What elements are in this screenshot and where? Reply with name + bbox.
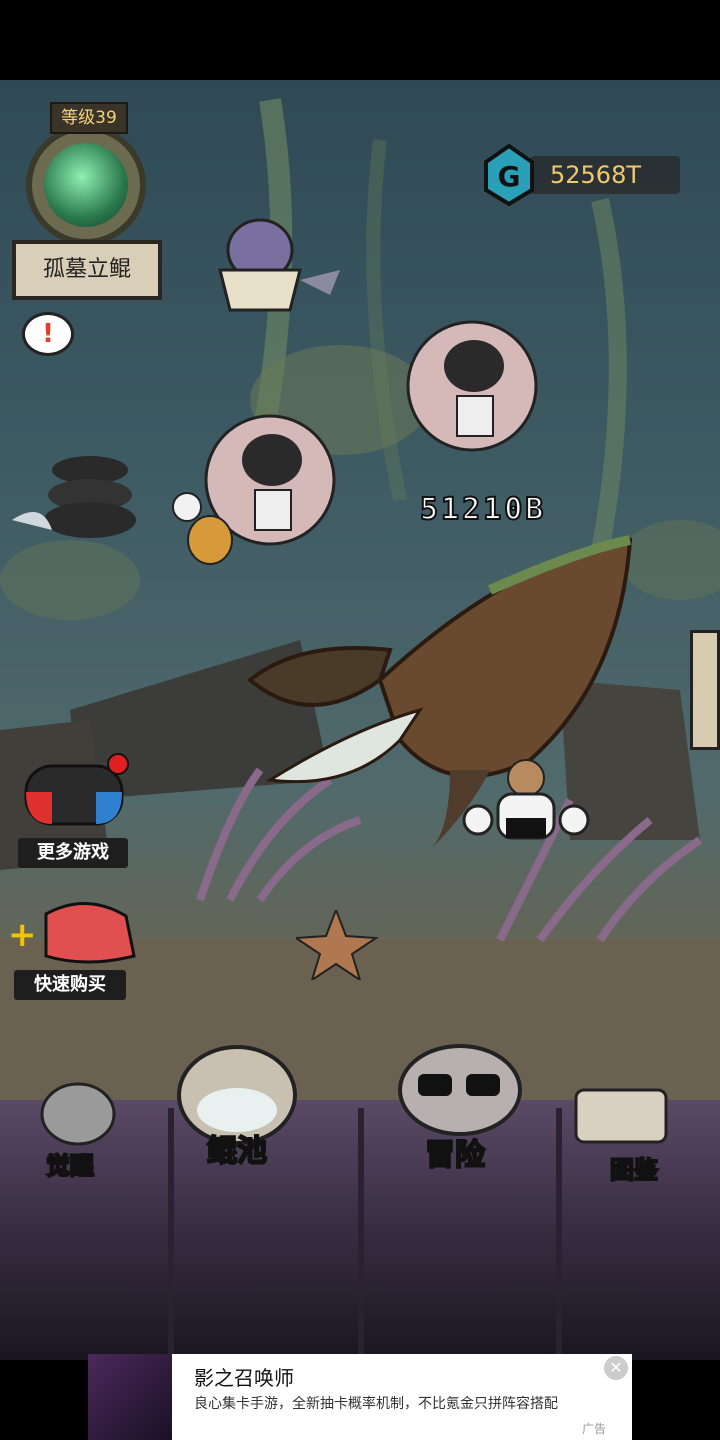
ad-banner[interactable]: 影之召唤师 良心集卡手游，全新抽卡概率机制，不比氪金只拼阵容搭配 ✕ 广告 (88, 1354, 632, 1440)
fish-name-plate[interactable]: 孤墓立鲲 (12, 240, 162, 300)
starfish-decoration (296, 910, 380, 980)
more-games-button[interactable]: 更多游戏 (18, 838, 128, 868)
skeleton-creature[interactable] (165, 485, 245, 585)
level-orb-icon[interactable] (44, 143, 128, 227)
scroll-icon[interactable] (566, 1076, 676, 1156)
close-icon[interactable]: ✕ (604, 1356, 628, 1380)
quick-buy-button[interactable]: 快速购买 (14, 970, 126, 1000)
skull-sunglasses-icon[interactable] (370, 1040, 530, 1140)
level-label: 等级39 (50, 102, 128, 134)
ad-title[interactable]: 影之召唤师 (194, 1362, 294, 1391)
status-bar (0, 0, 720, 80)
currency-value: 52568T (550, 161, 642, 189)
nav-divider (358, 1108, 364, 1360)
svg-text:G: G (498, 160, 521, 193)
awaken-icon[interactable] (28, 1074, 128, 1154)
ad-description[interactable]: 良心集卡手游，全新抽卡概率机制，不比氪金只拼阵容搭配 (194, 1394, 614, 1414)
penguin-egg-creature[interactable] (180, 200, 350, 320)
currency-gem-icon: G (484, 143, 534, 207)
quick-buy-icon[interactable]: + (6, 896, 146, 976)
nav-divider (556, 1108, 562, 1360)
gamepad-icon[interactable] (22, 752, 132, 838)
pot-stack-creature[interactable] (12, 450, 142, 560)
damage-number: 51210B (419, 491, 547, 528)
exclamation-bubble-icon[interactable]: ! (22, 312, 74, 356)
game-scene: 等级39 孤墓立鲲 ! G 52568T 51210B 更多游戏 + 快速购买 … (0, 80, 720, 1360)
nav-awaken[interactable]: 觉醒 (20, 1146, 120, 1181)
nav-collection[interactable]: 图鉴 (584, 1150, 684, 1185)
ad-tag: 广告 (582, 1422, 607, 1436)
nav-kun-pool[interactable]: 鲲池 (182, 1126, 292, 1170)
ad-image[interactable] (88, 1354, 172, 1440)
shark-creature[interactable] (402, 316, 552, 466)
svg-text:+: + (8, 915, 37, 955)
nav-adventure[interactable]: 冒险 (400, 1130, 510, 1174)
side-drawer-tab[interactable] (690, 630, 720, 750)
wrestler-creature[interactable] (462, 750, 592, 880)
